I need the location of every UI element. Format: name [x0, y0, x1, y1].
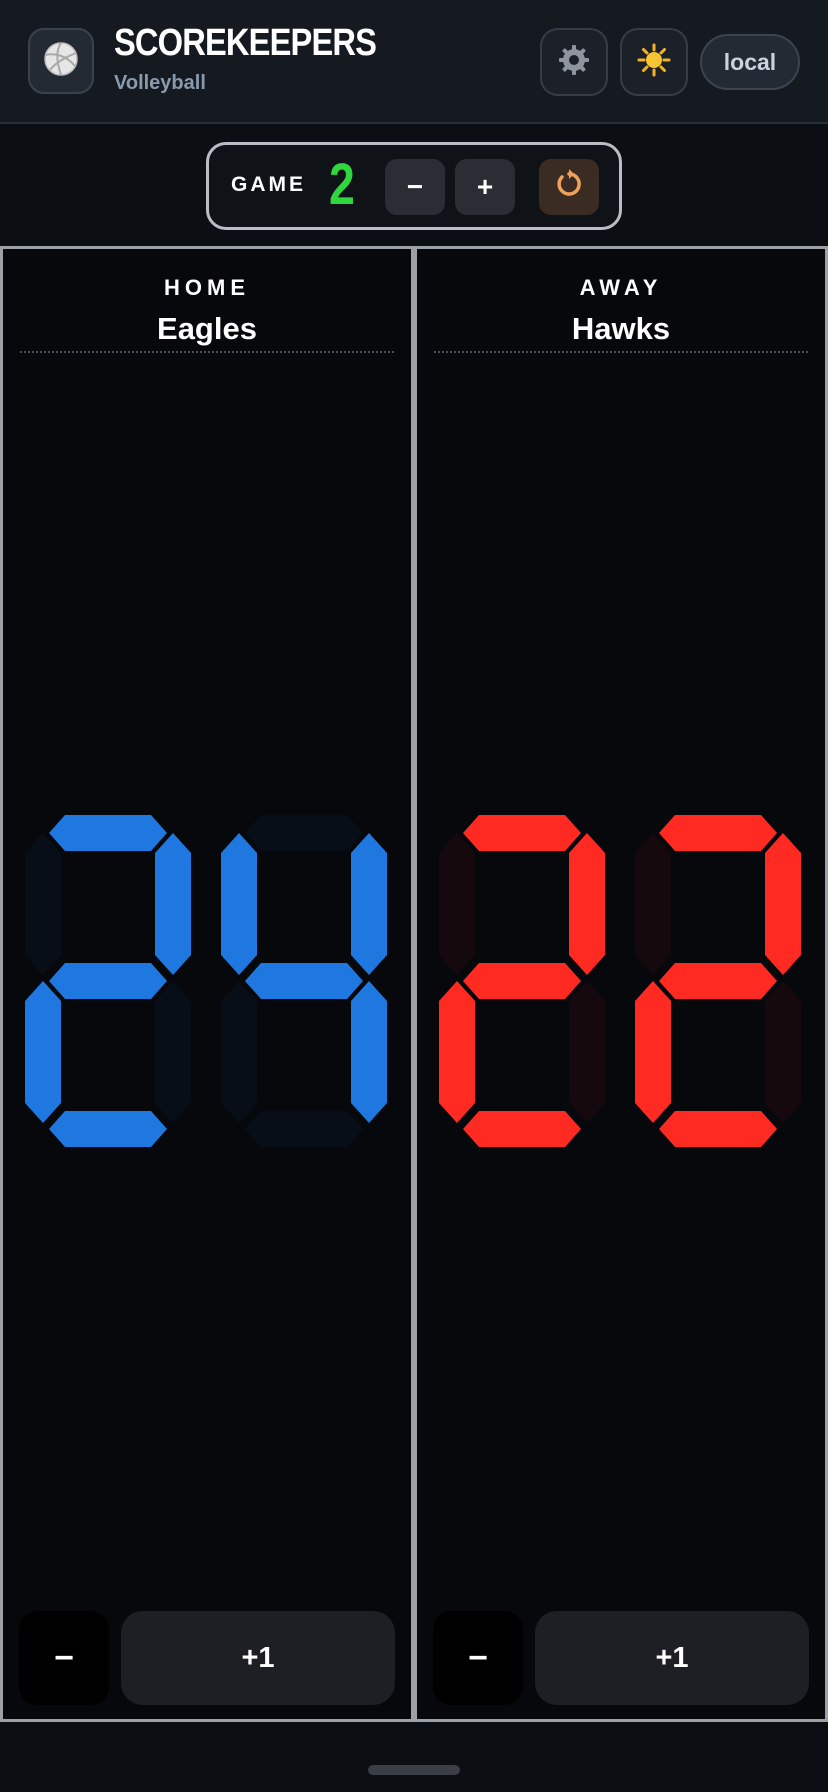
digit-segment-e: [439, 981, 475, 1123]
digit-segment-f: [25, 833, 61, 975]
score-increment-button[interactable]: +1: [121, 1611, 395, 1705]
app-subtitle: Volleyball: [114, 72, 206, 94]
digit-segment-f: [221, 833, 257, 975]
reset-icon: [553, 168, 585, 207]
digit-segment-b: [351, 833, 387, 975]
digit-segment-g: [49, 963, 167, 999]
digit-segment-c: [765, 981, 801, 1123]
app-header: SCOREKEEPERS Volleyball local: [0, 0, 828, 124]
settings-button[interactable]: [540, 28, 608, 96]
digit-segment-c: [569, 981, 605, 1123]
digit-segment-d: [659, 1111, 777, 1147]
team-name: Hawks: [571, 311, 671, 346]
digit-segment-g: [463, 963, 581, 999]
score-decrement-button[interactable]: −: [19, 1611, 109, 1705]
digit-segment-b: [765, 833, 801, 975]
digit-segment-e: [25, 981, 61, 1123]
score-display: 22: [439, 815, 801, 1147]
away-team-panel: AWAY Hawks 22 − +1: [414, 246, 828, 1722]
score-display: 24: [25, 815, 387, 1147]
game-counter: GAME 2 − +: [206, 142, 622, 230]
game-number: 2: [329, 152, 355, 217]
reset-button[interactable]: [539, 159, 599, 215]
team-side-label: HOME: [164, 275, 250, 300]
app-logo-button[interactable]: [28, 28, 94, 94]
game-increment-button[interactable]: +: [455, 159, 515, 215]
digit-segment-g: [245, 963, 363, 999]
home-team-panel: HOME Eagles 24 − +1: [0, 246, 414, 1722]
digit-segment-d: [49, 1111, 167, 1147]
score-decrement-button[interactable]: −: [433, 1611, 523, 1705]
digit-segment-d: [463, 1111, 581, 1147]
digit-segment-a: [463, 815, 581, 851]
theme-toggle-button[interactable]: [620, 28, 688, 96]
divider: [20, 351, 394, 353]
game-label: GAME: [231, 173, 306, 196]
home-indicator: [368, 1765, 460, 1775]
digit-segment-a: [245, 815, 363, 851]
digit-segment-c: [155, 981, 191, 1123]
gear-icon: [557, 43, 591, 82]
digit-segment-f: [635, 833, 671, 975]
digit-segment-c: [351, 981, 387, 1123]
digit-segment-a: [659, 815, 777, 851]
team-name: Eagles: [157, 311, 257, 346]
divider: [434, 351, 808, 353]
mode-button[interactable]: local: [700, 34, 800, 90]
sun-icon: [637, 43, 671, 82]
digit-segment-f: [439, 833, 475, 975]
score-increment-button[interactable]: +1: [535, 1611, 809, 1705]
app-title: SCOREKEEPERS: [114, 22, 377, 64]
digit-segment-e: [221, 981, 257, 1123]
team-side-label: AWAY: [579, 275, 663, 300]
digit-segment-g: [659, 963, 777, 999]
volleyball-icon: [42, 40, 80, 83]
game-decrement-button[interactable]: −: [385, 159, 445, 215]
digit-segment-b: [569, 833, 605, 975]
digit-segment-e: [635, 981, 671, 1123]
digit-segment-b: [155, 833, 191, 975]
digit-segment-a: [49, 815, 167, 851]
digit-segment-d: [245, 1111, 363, 1147]
